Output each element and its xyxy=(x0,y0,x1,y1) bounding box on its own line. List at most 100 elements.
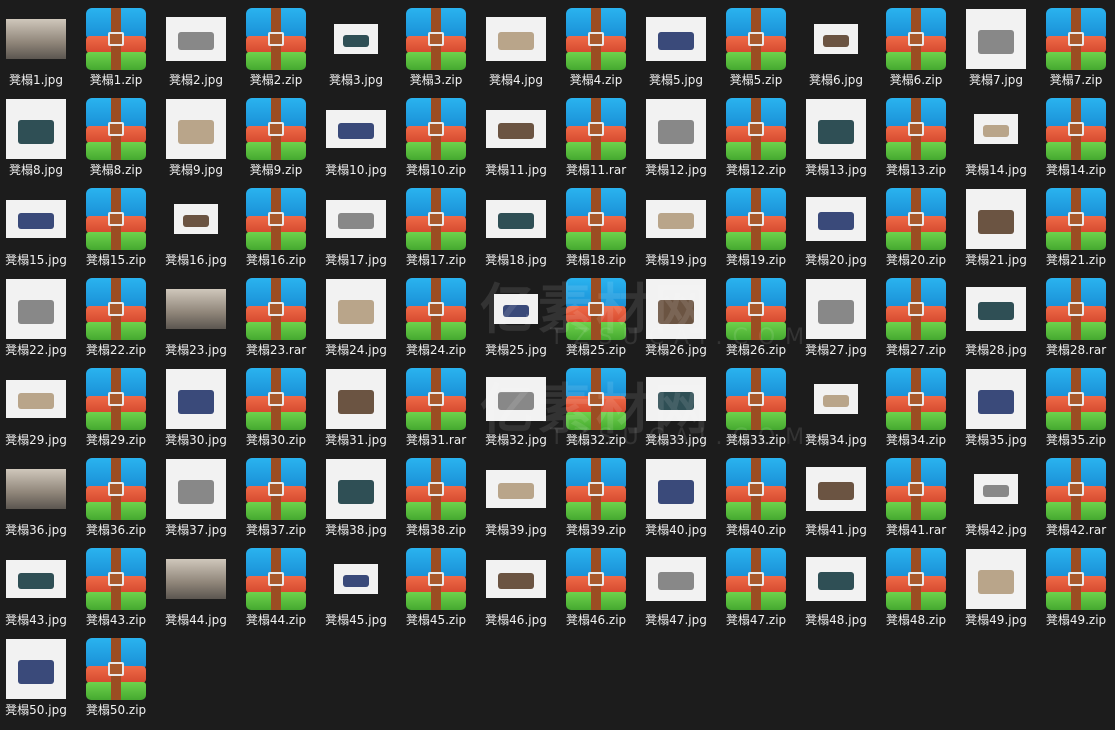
file-item-image[interactable]: 凳榻42.jpg xyxy=(956,456,1036,546)
file-item-image[interactable]: 凳榻30.jpg xyxy=(156,366,236,456)
file-item-archive[interactable]: 凳榻30.zip xyxy=(236,366,316,456)
file-item-image[interactable]: 凳榻5.jpg xyxy=(636,6,716,96)
file-item-archive[interactable]: 凳榻38.zip xyxy=(396,456,476,546)
file-item-image[interactable]: 凳榻48.jpg xyxy=(796,546,876,636)
file-item-archive[interactable]: 凳榻12.zip xyxy=(716,96,796,186)
file-item-archive[interactable]: 凳榻16.zip xyxy=(236,186,316,276)
file-item-archive[interactable]: 凳榻2.zip xyxy=(236,6,316,96)
file-item-archive[interactable]: 凳榻24.zip xyxy=(396,276,476,366)
file-item-archive[interactable]: 凳榻17.zip xyxy=(396,186,476,276)
file-item-image[interactable]: 凳榻3.jpg xyxy=(316,6,396,96)
file-item-archive[interactable]: 凳榻32.zip xyxy=(556,366,636,456)
file-item-image[interactable]: 凳榻38.jpg xyxy=(316,456,396,546)
file-item-image[interactable]: 凳榻13.jpg xyxy=(796,96,876,186)
file-item-archive[interactable]: 凳榻15.zip xyxy=(76,186,156,276)
file-item-image[interactable]: 凳榻49.jpg xyxy=(956,546,1036,636)
file-item-archive[interactable]: 凳榻10.zip xyxy=(396,96,476,186)
file-item-image[interactable]: 凳榻12.jpg xyxy=(636,96,716,186)
file-item-archive[interactable]: 凳榻21.zip xyxy=(1036,186,1115,276)
file-item-archive[interactable]: 凳榻13.zip xyxy=(876,96,956,186)
file-item-image[interactable]: 凳榻8.jpg xyxy=(0,96,76,186)
file-item-image[interactable]: 凳榻41.jpg xyxy=(796,456,876,546)
file-item-image[interactable]: 凳榻10.jpg xyxy=(316,96,396,186)
file-item-archive[interactable]: 凳榻9.zip xyxy=(236,96,316,186)
file-item-archive[interactable]: 凳榻26.zip xyxy=(716,276,796,366)
file-item-archive[interactable]: 凳榻20.zip xyxy=(876,186,956,276)
file-item-image[interactable]: 凳榻32.jpg xyxy=(476,366,556,456)
file-item-image[interactable]: 凳榻1.jpg xyxy=(0,6,76,96)
file-item-image[interactable]: 凳榻15.jpg xyxy=(0,186,76,276)
file-item-archive[interactable]: 凳榻5.zip xyxy=(716,6,796,96)
file-item-archive[interactable]: 凳榻18.zip xyxy=(556,186,636,276)
file-item-archive[interactable]: 凳榻31.rar xyxy=(396,366,476,456)
file-item-archive[interactable]: 凳榻49.zip xyxy=(1036,546,1115,636)
file-item-archive[interactable]: 凳榻27.zip xyxy=(876,276,956,366)
file-item-archive[interactable]: 凳榻3.zip xyxy=(396,6,476,96)
file-item-image[interactable]: 凳榻45.jpg xyxy=(316,546,396,636)
file-item-image[interactable]: 凳榻6.jpg xyxy=(796,6,876,96)
file-item-archive[interactable]: 凳榻34.zip xyxy=(876,366,956,456)
file-item-archive[interactable]: 凳榻48.zip xyxy=(876,546,956,636)
file-item-image[interactable]: 凳榻21.jpg xyxy=(956,186,1036,276)
file-item-archive[interactable]: 凳榻43.zip xyxy=(76,546,156,636)
file-item-image[interactable]: 凳榻11.jpg xyxy=(476,96,556,186)
file-item-archive[interactable]: 凳榻44.zip xyxy=(236,546,316,636)
file-item-archive[interactable]: 凳榻23.rar xyxy=(236,276,316,366)
file-item-archive[interactable]: 凳榻50.zip xyxy=(76,636,156,726)
file-item-archive[interactable]: 凳榻29.zip xyxy=(76,366,156,456)
file-item-image[interactable]: 凳榻44.jpg xyxy=(156,546,236,636)
file-item-image[interactable]: 凳榻22.jpg xyxy=(0,276,76,366)
file-item-archive[interactable]: 凳榻45.zip xyxy=(396,546,476,636)
file-item-archive[interactable]: 凳榻33.zip xyxy=(716,366,796,456)
file-item-image[interactable]: 凳榻34.jpg xyxy=(796,366,876,456)
file-item-archive[interactable]: 凳榻42.rar xyxy=(1036,456,1115,546)
file-item-archive[interactable]: 凳榻40.zip xyxy=(716,456,796,546)
file-item-image[interactable]: 凳榻50.jpg xyxy=(0,636,76,726)
file-item-archive[interactable]: 凳榻7.zip xyxy=(1036,6,1115,96)
file-item-image[interactable]: 凳榻29.jpg xyxy=(0,366,76,456)
file-item-archive[interactable]: 凳榻14.zip xyxy=(1036,96,1115,186)
file-item-image[interactable]: 凳榻36.jpg xyxy=(0,456,76,546)
file-item-image[interactable]: 凳榻43.jpg xyxy=(0,546,76,636)
file-item-archive[interactable]: 凳榻46.zip xyxy=(556,546,636,636)
file-item-image[interactable]: 凳榻24.jpg xyxy=(316,276,396,366)
file-item-image[interactable]: 凳榻19.jpg xyxy=(636,186,716,276)
file-item-image[interactable]: 凳榻16.jpg xyxy=(156,186,236,276)
file-item-image[interactable]: 凳榻17.jpg xyxy=(316,186,396,276)
file-item-image[interactable]: 凳榻25.jpg xyxy=(476,276,556,366)
file-item-image[interactable]: 凳榻9.jpg xyxy=(156,96,236,186)
file-item-archive[interactable]: 凳榻35.zip xyxy=(1036,366,1115,456)
file-item-archive[interactable]: 凳榻22.zip xyxy=(76,276,156,366)
file-item-archive[interactable]: 凳榻47.zip xyxy=(716,546,796,636)
file-item-image[interactable]: 凳榻2.jpg xyxy=(156,6,236,96)
file-item-image[interactable]: 凳榻4.jpg xyxy=(476,6,556,96)
file-item-image[interactable]: 凳榻33.jpg xyxy=(636,366,716,456)
file-item-archive[interactable]: 凳榻11.rar xyxy=(556,96,636,186)
file-item-image[interactable]: 凳榻26.jpg xyxy=(636,276,716,366)
file-item-image[interactable]: 凳榻39.jpg xyxy=(476,456,556,546)
file-item-archive[interactable]: 凳榻19.zip xyxy=(716,186,796,276)
file-item-image[interactable]: 凳榻27.jpg xyxy=(796,276,876,366)
file-item-image[interactable]: 凳榻46.jpg xyxy=(476,546,556,636)
file-item-image[interactable]: 凳榻31.jpg xyxy=(316,366,396,456)
file-item-archive[interactable]: 凳榻4.zip xyxy=(556,6,636,96)
file-item-image[interactable]: 凳榻28.jpg xyxy=(956,276,1036,366)
file-item-archive[interactable]: 凳榻6.zip xyxy=(876,6,956,96)
file-item-image[interactable]: 凳榻47.jpg xyxy=(636,546,716,636)
file-item-archive[interactable]: 凳榻1.zip xyxy=(76,6,156,96)
file-item-image[interactable]: 凳榻7.jpg xyxy=(956,6,1036,96)
file-item-image[interactable]: 凳榻14.jpg xyxy=(956,96,1036,186)
file-item-archive[interactable]: 凳榻36.zip xyxy=(76,456,156,546)
file-item-archive[interactable]: 凳榻39.zip xyxy=(556,456,636,546)
file-item-image[interactable]: 凳榻35.jpg xyxy=(956,366,1036,456)
file-item-archive[interactable]: 凳榻8.zip xyxy=(76,96,156,186)
file-item-image[interactable]: 凳榻40.jpg xyxy=(636,456,716,546)
file-item-image[interactable]: 凳榻37.jpg xyxy=(156,456,236,546)
file-item-archive[interactable]: 凳榻37.zip xyxy=(236,456,316,546)
file-item-image[interactable]: 凳榻23.jpg xyxy=(156,276,236,366)
file-item-image[interactable]: 凳榻20.jpg xyxy=(796,186,876,276)
file-item-archive[interactable]: 凳榻28.rar xyxy=(1036,276,1115,366)
file-item-image[interactable]: 凳榻18.jpg xyxy=(476,186,556,276)
file-item-archive[interactable]: 凳榻41.rar xyxy=(876,456,956,546)
file-item-archive[interactable]: 凳榻25.zip xyxy=(556,276,636,366)
